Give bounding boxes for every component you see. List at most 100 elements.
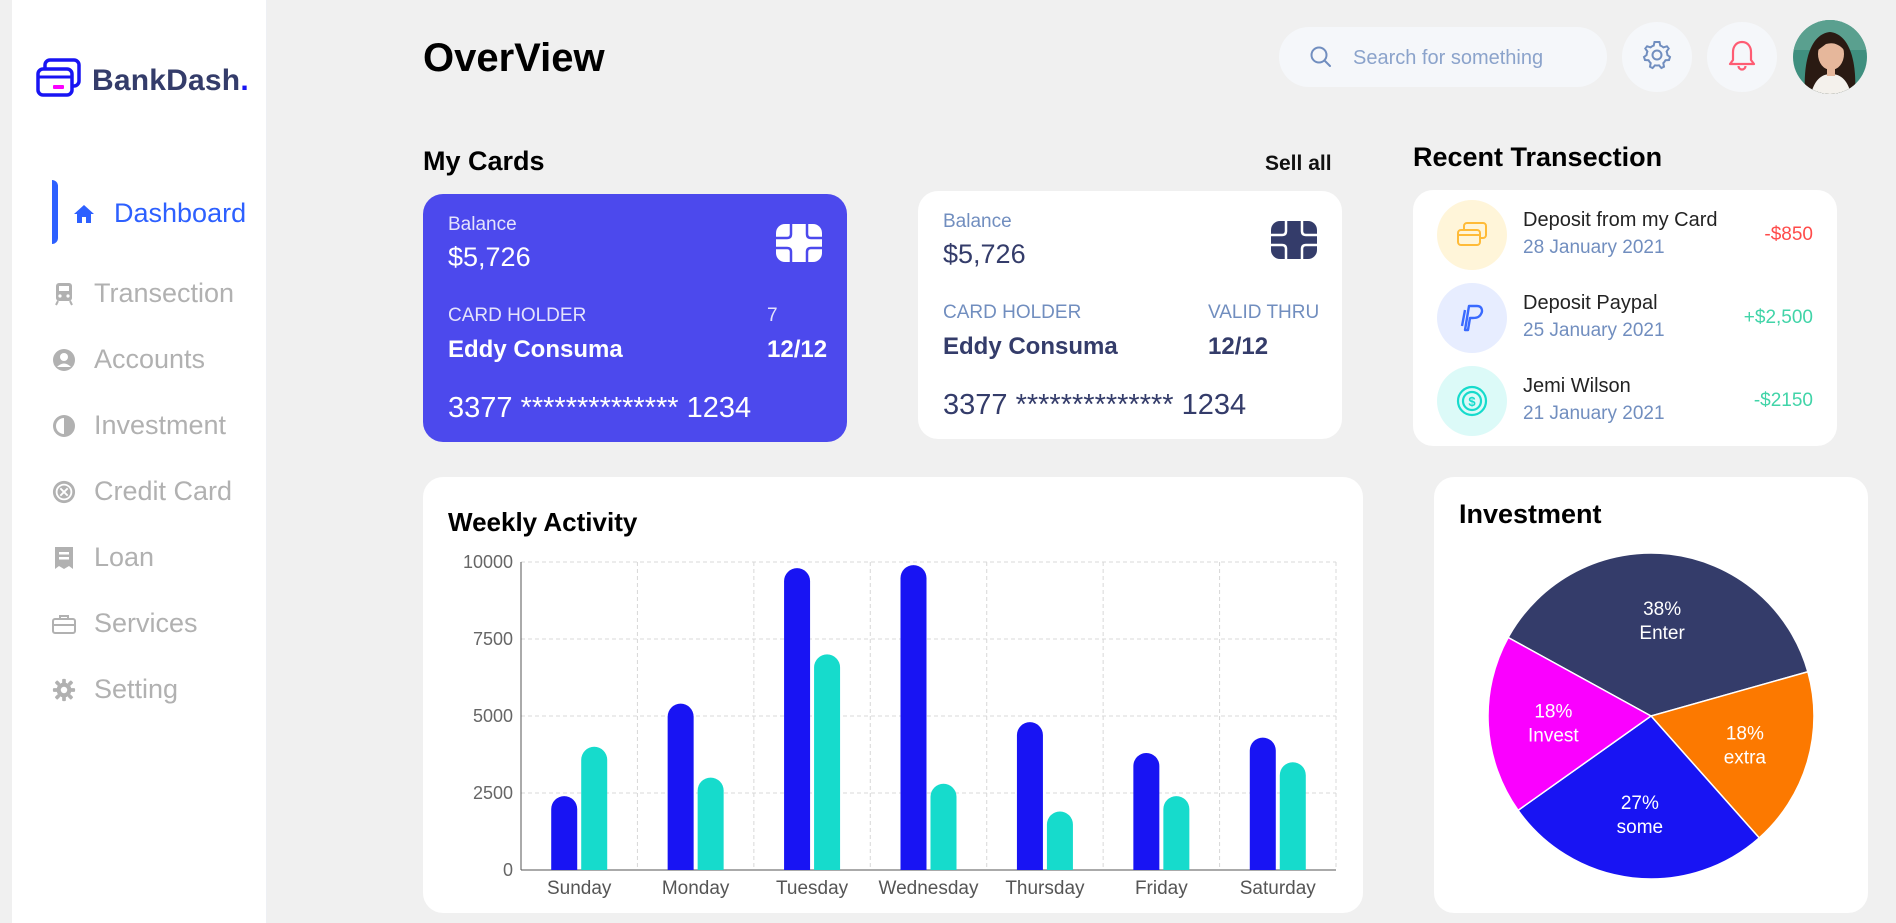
- bar[interactable]: [1279, 762, 1306, 870]
- paypal-icon: [1437, 283, 1507, 353]
- bar[interactable]: [1133, 752, 1160, 870]
- card-icon: [1437, 200, 1507, 270]
- pie-percent-label: 27%: [1621, 793, 1659, 814]
- balance-value: $5,726: [448, 242, 531, 272]
- investment-icon: [52, 414, 76, 438]
- sidebar-item-accounts[interactable]: Accounts: [52, 344, 205, 375]
- bar[interactable]: [814, 654, 841, 870]
- sidebar-divider: [266, 0, 267, 923]
- transaction-amount: -$2150: [1753, 390, 1813, 411]
- card-logo-icon: [36, 58, 82, 103]
- settings-button[interactable]: [1622, 22, 1692, 92]
- bar[interactable]: [667, 703, 694, 870]
- notifications-button[interactable]: [1707, 22, 1777, 92]
- x-tick-label: Tuesday: [776, 878, 849, 899]
- sidebar-item-credit-card[interactable]: Credit Card: [52, 476, 232, 507]
- user-icon: [52, 348, 76, 372]
- y-tick-label: 0: [503, 860, 513, 880]
- recent-transactions-panel: Deposit from my Card 28 January 2021 -$8…: [1413, 190, 1837, 446]
- x-tick-label: Friday: [1135, 878, 1188, 899]
- see-all-link[interactable]: Sell all: [1265, 152, 1332, 176]
- sidebar-item-label: Loan: [94, 542, 155, 572]
- weekly-activity-chart: 0 2500 5000 7500 10000 Sunday Monday Tuesday Wed…: [463, 552, 1337, 899]
- bar[interactable]: [1046, 811, 1073, 870]
- card-holder-name: Eddy Consuma: [448, 336, 623, 363]
- bar[interactable]: [1249, 737, 1276, 870]
- brand-logo[interactable]: BankDash.: [36, 58, 249, 103]
- pie-percent-label: 18%: [1726, 723, 1764, 744]
- credit-card-secondary[interactable]: Balance $5,726 CARD HOLDER Eddy Consuma …: [918, 191, 1342, 439]
- transaction-row[interactable]: $ Jemi Wilson 21 January 2021 -$2150: [1437, 366, 1813, 436]
- y-tick-label: 7500: [473, 629, 513, 649]
- transaction-amount: -$850: [1764, 224, 1813, 245]
- balance-label: Balance: [448, 214, 517, 235]
- sidebar-item-label: Investment: [94, 410, 227, 440]
- search-icon: [1309, 45, 1333, 74]
- pie-slice-label: extra: [1724, 747, 1767, 768]
- page-title: OverView: [423, 36, 605, 80]
- pie-slice-label: Invest: [1528, 726, 1579, 747]
- bar[interactable]: [1016, 722, 1043, 870]
- transaction-row[interactable]: Deposit Paypal 25 January 2021 +$2,500: [1437, 283, 1813, 353]
- bar[interactable]: [900, 565, 927, 870]
- valid-thru-label: VALID THRU: [1208, 302, 1320, 323]
- valid-thru-value: 12/12: [767, 336, 828, 363]
- bar[interactable]: [697, 777, 724, 870]
- y-tick-label: 5000: [473, 706, 513, 726]
- sidebar-item-services[interactable]: Services: [52, 608, 198, 639]
- valid-thru-label: 7: [767, 305, 778, 326]
- sidebar-item-label: Accounts: [94, 344, 206, 374]
- x-tick-label: Thursday: [1005, 878, 1085, 899]
- bar[interactable]: [784, 568, 811, 870]
- card-number: 3377 ************** 1234: [448, 392, 752, 424]
- valid-thru-value: 12/12: [1208, 333, 1269, 360]
- sidebar-item-transection[interactable]: Transection: [52, 278, 234, 309]
- avatar[interactable]: [1793, 20, 1867, 94]
- card-holder-name: Eddy Consuma: [943, 333, 1118, 360]
- sidebar: [12, 0, 267, 923]
- loan-icon: [52, 546, 76, 570]
- gear-icon: [1641, 39, 1673, 76]
- transaction-title: Jemi Wilson: [1523, 375, 1631, 397]
- balance-value: $5,726: [943, 239, 1026, 269]
- transfer-icon: [52, 282, 76, 306]
- pie-slice-label: Enter: [1639, 623, 1685, 644]
- card-holder-label: CARD HOLDER: [448, 305, 587, 326]
- my-cards-title: My Cards: [423, 146, 545, 176]
- sidebar-item-dashboard[interactable]: Dashboard: [72, 198, 246, 229]
- x-tick-label: Sunday: [547, 878, 612, 899]
- gear-icon: [52, 678, 76, 702]
- transaction-date: 28 January 2021: [1523, 237, 1665, 258]
- x-tick-label: Saturday: [1240, 878, 1317, 899]
- sidebar-item-label: Setting: [94, 674, 179, 704]
- search-input[interactable]: [1351, 41, 1595, 75]
- transaction-amount: +$2,500: [1743, 307, 1813, 328]
- sidebar-item-loan[interactable]: Loan: [52, 542, 154, 573]
- y-tick-label: 2500: [473, 783, 513, 803]
- bar[interactable]: [1163, 796, 1190, 870]
- card-chip-icon: [1271, 221, 1317, 264]
- x-tick-label: Wednesday: [879, 878, 979, 899]
- sidebar-item-label: Credit Card: [94, 476, 233, 506]
- bar[interactable]: [581, 746, 608, 870]
- sidebar-item-setting[interactable]: Setting: [52, 674, 178, 705]
- x-tick-label: Monday: [662, 878, 730, 899]
- sidebar-item-investment[interactable]: Investment: [52, 410, 226, 441]
- svg-text:$: $: [1468, 394, 1476, 409]
- dollar-coin-icon: $: [1437, 366, 1507, 436]
- bell-icon: [1727, 39, 1757, 76]
- credit-card-icon: [52, 480, 76, 504]
- bar[interactable]: [930, 783, 957, 870]
- transaction-title: Deposit Paypal: [1523, 292, 1658, 314]
- sidebar-item-label: Dashboard: [114, 198, 247, 228]
- transaction-date: 25 January 2021: [1523, 320, 1665, 341]
- home-icon: [72, 202, 96, 226]
- search-bar[interactable]: [1279, 27, 1607, 87]
- transaction-row[interactable]: Deposit from my Card 28 January 2021 -$8…: [1437, 200, 1813, 270]
- bar[interactable]: [551, 796, 578, 870]
- investment-pie-chart: 38% Enter 18% extra 27% some 18% Invest: [1487, 552, 1815, 880]
- credit-card-primary[interactable]: Balance $5,726 CARD HOLDER Eddy Consuma …: [423, 194, 847, 442]
- balance-label: Balance: [943, 211, 1012, 232]
- pie-slice-label: some: [1617, 817, 1663, 838]
- pie-percent-label: 18%: [1534, 702, 1572, 723]
